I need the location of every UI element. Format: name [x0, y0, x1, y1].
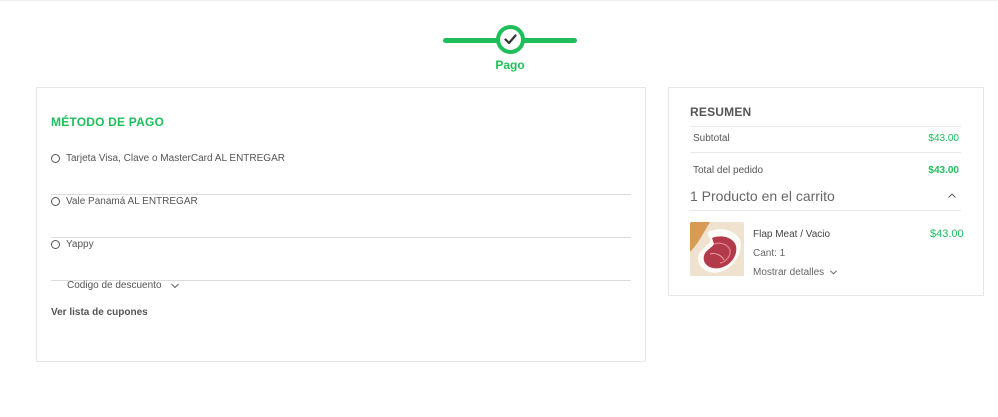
subtotal-value: $43.00: [928, 133, 959, 144]
step-label: Pago: [495, 58, 525, 72]
product-price: $43.00: [930, 228, 964, 240]
total-value: $43.00: [928, 165, 959, 176]
show-details-label: Mostrar detalles: [753, 267, 825, 278]
order-summary-card: RESUMEN Subtotal $43.00 Total del pedido…: [668, 87, 984, 296]
checkout-progress: Pago: [443, 24, 577, 72]
subtotal-row: Subtotal $43.00: [693, 133, 959, 144]
radio-button[interactable]: [51, 240, 60, 249]
payment-option-yappy[interactable]: Yappy: [51, 238, 631, 281]
chevron-down-icon: [830, 270, 838, 275]
payment-option-label: Vale Panamá AL ENTREGAR: [66, 196, 198, 207]
chevron-down-icon: [170, 283, 179, 288]
step-circle: [496, 25, 525, 54]
product-image: [690, 222, 744, 276]
total-label: Total del pedido: [693, 165, 764, 176]
divider: [690, 210, 961, 211]
product-quantity: Cant: 1: [753, 248, 786, 259]
coupons-link[interactable]: Ver lista de cupones: [51, 307, 148, 318]
radio-button[interactable]: [51, 197, 60, 206]
subtotal-label: Subtotal: [693, 133, 730, 144]
cart-heading: 1 Producto en el carrito: [690, 188, 835, 204]
meat-icon: [690, 222, 744, 276]
payment-option-label: Yappy: [66, 239, 94, 250]
payment-method-title: MÉTODO DE PAGO: [51, 115, 165, 129]
divider: [690, 126, 961, 127]
discount-code-label: Codigo de descuento: [67, 280, 162, 291]
chevron-up-icon: [948, 193, 956, 198]
radio-button[interactable]: [51, 154, 60, 163]
cart-items-toggle[interactable]: 1 Producto en el carrito: [690, 188, 961, 204]
show-details-toggle[interactable]: Mostrar detalles: [753, 267, 838, 278]
discount-code-toggle[interactable]: Codigo de descuento: [67, 280, 180, 291]
product-name[interactable]: Flap Meat / Vacio: [753, 229, 830, 240]
payment-option-label: Tarjeta Visa, Clave o MasterCard AL ENTR…: [66, 153, 285, 164]
payment-option-card[interactable]: Tarjeta Visa, Clave o MasterCard AL ENTR…: [51, 152, 631, 195]
total-row: Total del pedido $43.00: [693, 165, 959, 176]
summary-title: RESUMEN: [690, 105, 752, 119]
check-icon: [504, 34, 517, 45]
top-divider: [0, 0, 998, 1]
divider: [690, 152, 961, 153]
payment-option-vale[interactable]: Vale Panamá AL ENTREGAR: [51, 195, 631, 238]
payment-method-card: MÉTODO DE PAGO Tarjeta Visa, Clave o Mas…: [36, 87, 646, 362]
